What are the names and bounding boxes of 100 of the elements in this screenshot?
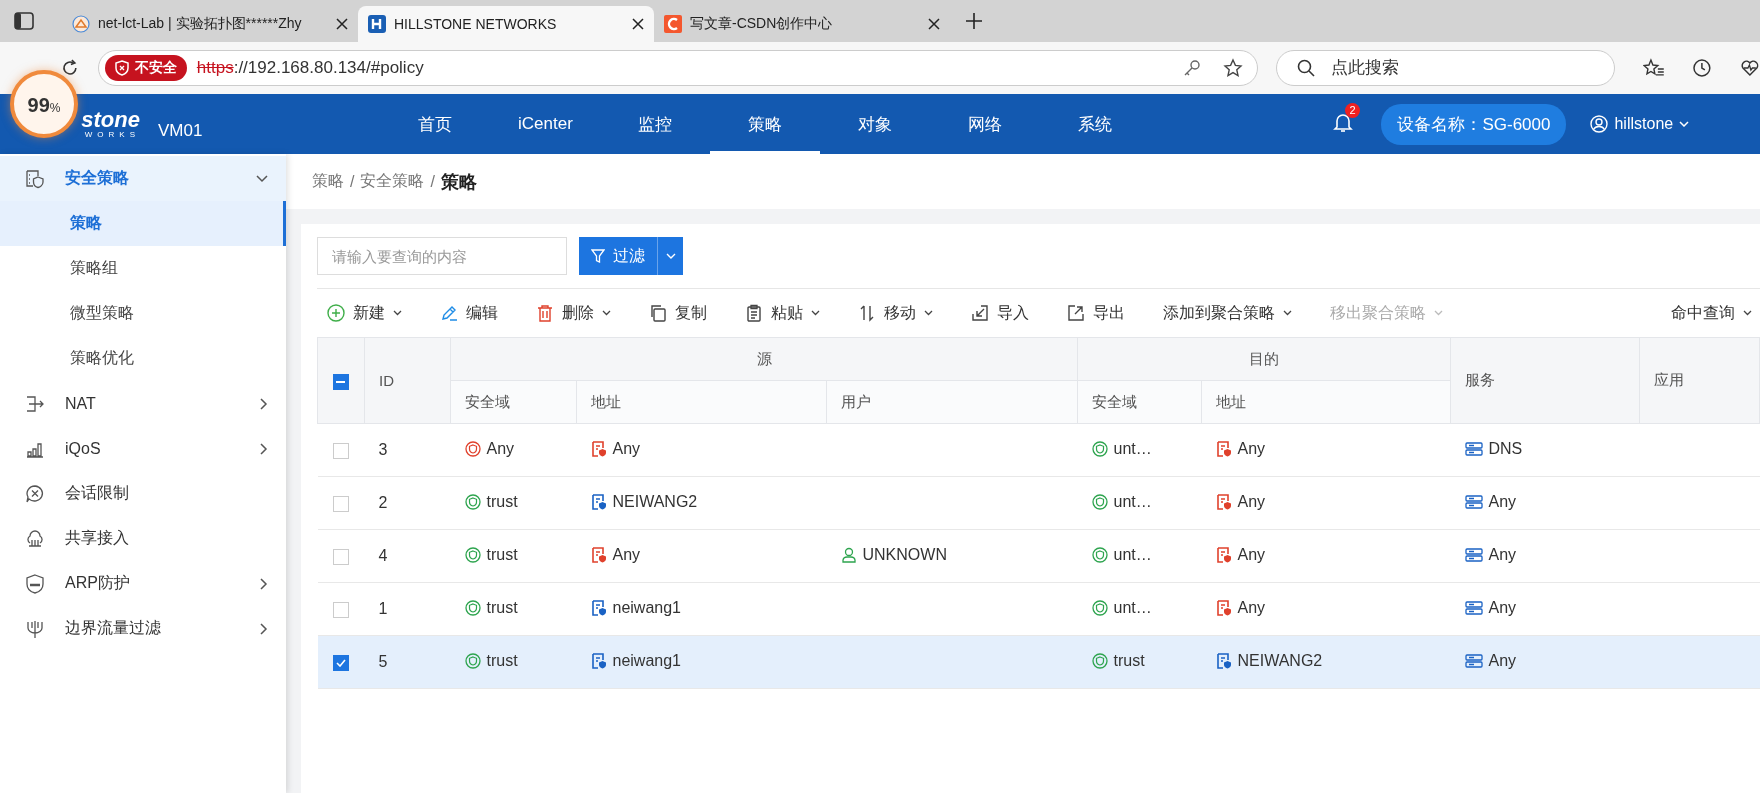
close-icon[interactable] [928, 18, 940, 30]
toolbar-button[interactable]: 新建 [317, 302, 430, 324]
chevron-down-icon[interactable] [1679, 121, 1690, 127]
nav-tab[interactable]: 监控 [600, 94, 711, 154]
nav-tab[interactable]: iCenter [490, 94, 601, 154]
column-header: 地址 [1201, 380, 1451, 424]
exit-arrow-icon [25, 393, 45, 414]
hit-query-button[interactable]: 命中查询 [1661, 302, 1760, 324]
toolbar-button[interactable]: 复制 [639, 302, 735, 324]
nav-tab[interactable]: 对象 [820, 94, 931, 154]
sidebar-item[interactable]: ARP防护 [0, 561, 286, 606]
table-cell: trust [486, 492, 518, 511]
import-icon [971, 304, 989, 322]
row-checkbox[interactable] [332, 442, 349, 459]
table-cell: Any [1488, 493, 1517, 511]
table-cell: 4 [378, 547, 388, 564]
toolbar-button[interactable]: 粘贴 [735, 302, 848, 324]
breadcrumb-link[interactable]: 策略 [312, 171, 344, 192]
search-field[interactable]: 请输入要查询的内容 [317, 237, 567, 275]
sidebar-subitem[interactable]: 微型策略 [0, 291, 286, 336]
toolbar-button[interactable]: 添加到聚合策略 [1153, 302, 1320, 324]
table-cell: NEIWANG2 [612, 492, 698, 511]
sidebar-subitem[interactable]: 策略 [0, 201, 286, 246]
export-icon [1067, 304, 1085, 322]
row-checkbox[interactable] [332, 601, 349, 618]
favorites-icon[interactable] [1642, 58, 1665, 78]
not-secure-badge[interactable]: 不安全 [104, 55, 187, 81]
sidebar-subitem[interactable]: 策略组 [0, 246, 286, 291]
table-cell: 5 [378, 653, 388, 670]
table-cell: Any [612, 439, 641, 458]
table-cell: neiwang1 [612, 598, 681, 617]
new-tab-icon[interactable] [966, 13, 982, 29]
table-cell: unt… [1113, 439, 1152, 458]
favorite-star-icon[interactable] [1222, 58, 1243, 78]
logo-icon [368, 15, 386, 33]
table-cell: neiwang1 [612, 651, 681, 670]
table-cell: 3 [378, 441, 388, 458]
history-icon[interactable] [1692, 58, 1713, 78]
sidebar-subitem[interactable]: 策略优化 [0, 336, 286, 381]
sidebar-toggle-icon[interactable] [14, 12, 34, 30]
logo-text: stone [81, 109, 140, 131]
row-checkbox[interactable] [332, 548, 349, 565]
toolbar-button[interactable]: 移动 [848, 302, 961, 324]
user-icon [840, 546, 857, 563]
row-checkbox[interactable] [332, 654, 349, 671]
sidebar-item[interactable]: NAT [0, 381, 286, 426]
browser-tab[interactable]: 写文章-CSDN创作中心 [654, 6, 950, 42]
close-icon[interactable] [632, 18, 644, 30]
filter-button[interactable]: 过滤 [579, 237, 657, 275]
shield-document-icon [25, 168, 45, 189]
nav-tab[interactable]: 首页 [380, 94, 491, 154]
refresh-icon[interactable] [60, 58, 80, 78]
user-menu[interactable]: hillstone [1614, 115, 1674, 133]
table-cell: trust [486, 545, 518, 564]
key-icon[interactable] [1182, 59, 1201, 77]
browser-tab[interactable]: HILLSTONE NETWORKS [358, 6, 654, 42]
server-icon [1464, 442, 1483, 456]
toolbar-button[interactable]: 编辑 [430, 302, 526, 324]
cloud-network-icon [25, 528, 45, 549]
sidebar-item[interactable]: iQoS [0, 426, 286, 471]
sidebar-item[interactable]: 会话限制 [0, 471, 286, 516]
breadcrumb-link[interactable]: 安全策略 [360, 171, 425, 192]
sidebar-item[interactable]: 边界流量过滤 [0, 606, 286, 651]
trash-icon [536, 304, 554, 322]
browser-tab[interactable]: net-lct-Lab | 实验拓扑图******Zhy [62, 6, 358, 42]
search-input[interactable]: 点此搜索 [1328, 57, 1573, 79]
tab-title: net-lct-Lab | 实验拓扑图******Zhy [98, 15, 303, 33]
trident-icon [25, 618, 45, 639]
nav-tab[interactable]: 网络 [930, 94, 1041, 154]
tab-title: HILLSTONE NETWORKS [394, 16, 558, 32]
sidebar-item[interactable]: 共享接入 [0, 516, 286, 561]
table-cell: NEIWANG2 [1237, 651, 1323, 670]
close-icon[interactable] [336, 18, 348, 30]
sidebar-item[interactable]: 安全策略 [0, 156, 286, 201]
search-field[interactable]: 点此搜索 [1275, 50, 1615, 86]
table-cell: Any [486, 439, 515, 458]
table-cell: Any [1488, 599, 1517, 617]
table-cell: Any [1237, 598, 1266, 617]
page-title: 策略 [440, 170, 477, 194]
column-header: ID [364, 337, 451, 424]
address-bar[interactable]: 不安全 https://192.168.80.134/#policy [97, 50, 1258, 86]
table-cell: trust [486, 651, 518, 670]
breadcrumb-separator: / [430, 172, 435, 191]
column-header: 用户 [826, 380, 1078, 424]
select-all-checkbox[interactable] [332, 373, 349, 390]
row-checkbox[interactable] [332, 495, 349, 512]
table-cell: unt… [1113, 598, 1152, 617]
toolbar-button[interactable]: 导入 [961, 302, 1057, 324]
table-cell: Any [1237, 545, 1266, 564]
server-icon [1464, 495, 1483, 509]
toolbar-button[interactable]: 删除 [526, 302, 639, 324]
nav-tab[interactable]: 系统 [1040, 94, 1151, 154]
table-cell: 1 [378, 600, 388, 617]
device-label: VM01 [158, 121, 203, 141]
toolbar-button[interactable]: 导出 [1057, 302, 1153, 324]
table-cell: unt… [1113, 545, 1152, 564]
up-down-arrows-icon [858, 304, 876, 322]
chevron-down-icon [665, 253, 676, 259]
breadcrumb-separator: / [350, 172, 355, 191]
heart-pulse-icon[interactable] [1740, 58, 1760, 78]
